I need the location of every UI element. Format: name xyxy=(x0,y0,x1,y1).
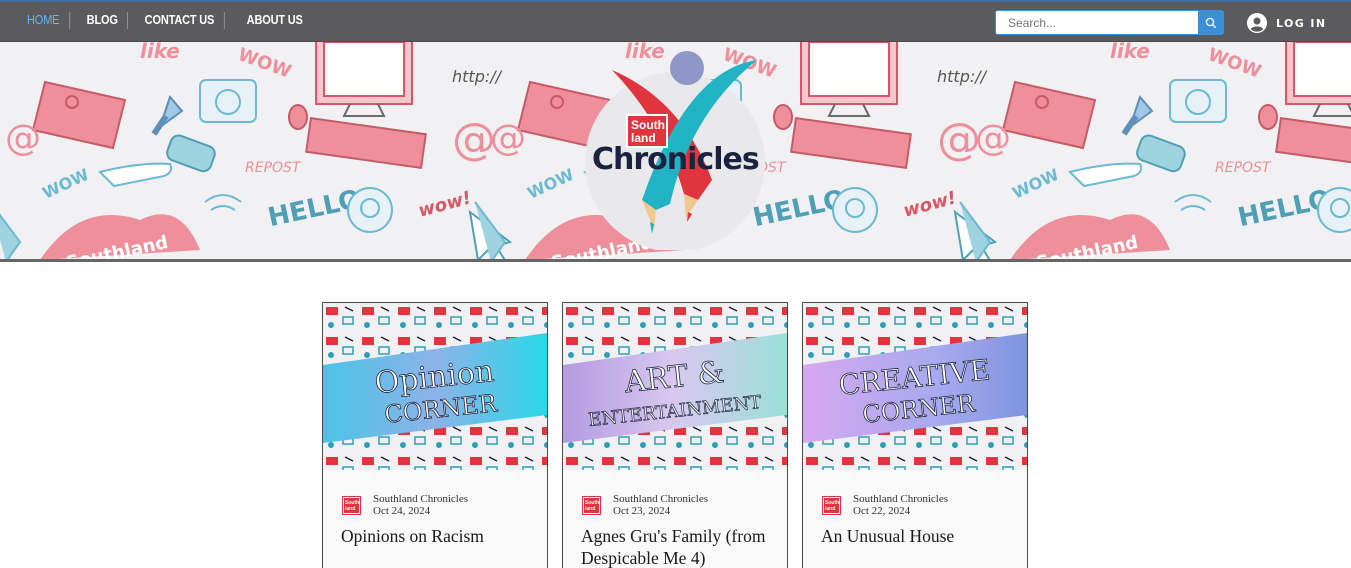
post-cover-image: Creative corner xyxy=(803,303,1027,470)
post-card[interactable]: Art & Entertainment South land Southland… xyxy=(562,302,788,568)
post-author[interactable]: Southland Chronicles xyxy=(853,493,948,505)
nav-item-blog[interactable]: BLOG xyxy=(77,12,129,29)
svg-text:http://: http:// xyxy=(452,67,503,86)
post-meta: South land Southland Chronicles Oct 23, … xyxy=(583,493,708,517)
post-card[interactable]: Creative corner South land Southland Chr… xyxy=(802,302,1028,568)
post-date: Oct 22, 2024 xyxy=(853,505,911,517)
author-avatar: South land xyxy=(823,497,840,514)
nav-item-home[interactable]: HOME xyxy=(20,12,70,29)
svg-text:REPOST: REPOST xyxy=(245,160,302,176)
svg-text:like: like xyxy=(140,42,180,63)
post-cover-image: Opinion corner xyxy=(323,303,547,470)
search-input[interactable] xyxy=(996,11,1199,34)
login-label: LOG IN xyxy=(1276,16,1327,30)
nav-item-contact-us[interactable]: CONTACT US xyxy=(135,12,225,29)
login-button[interactable]: LOG IN xyxy=(1247,13,1327,33)
user-avatar-icon xyxy=(1247,13,1267,33)
nav-item-about-us[interactable]: ABOUT US xyxy=(237,12,312,29)
post-date: Oct 24, 2024 xyxy=(373,505,431,517)
search-box xyxy=(995,10,1224,35)
site-logo[interactable]: South land Chronicles xyxy=(582,50,772,252)
post-card[interactable]: Opinion corner South land Southland Chro… xyxy=(322,302,548,568)
author-avatar: South land xyxy=(583,497,600,514)
svg-text:wow!: wow! xyxy=(416,187,473,221)
header-banner: like WOW http:// @ @ WOW REPOST HELLO wo… xyxy=(0,42,1351,262)
post-title[interactable]: Opinions on Racism xyxy=(341,525,541,547)
logo-wordmark: Chronicles xyxy=(592,142,760,177)
post-title[interactable]: Agnes Gru's Family (from Despicable Me 4… xyxy=(581,525,781,568)
svg-text:WOW: WOW xyxy=(235,44,294,83)
post-date: Oct 23, 2024 xyxy=(613,505,671,517)
top-nav-bar: HOME BLOG CONTACT US ABOUT US LOG IN xyxy=(0,0,1351,42)
main-nav: HOME BLOG CONTACT US ABOUT US xyxy=(20,12,323,29)
svg-text:WOW: WOW xyxy=(39,165,92,203)
post-author[interactable]: Southland Chronicles xyxy=(613,493,708,505)
search-icon xyxy=(1205,17,1216,28)
svg-text:@: @ xyxy=(5,118,41,159)
author-avatar: South land xyxy=(343,497,360,514)
post-title[interactable]: An Unusual House xyxy=(821,525,1021,547)
post-author[interactable]: Southland Chronicles xyxy=(373,493,468,505)
search-button[interactable] xyxy=(1198,11,1223,34)
post-meta: South land Southland Chronicles Oct 24, … xyxy=(343,493,468,517)
post-cover-image: Art & Entertainment xyxy=(563,303,787,470)
post-meta: South land Southland Chronicles Oct 22, … xyxy=(823,493,948,517)
